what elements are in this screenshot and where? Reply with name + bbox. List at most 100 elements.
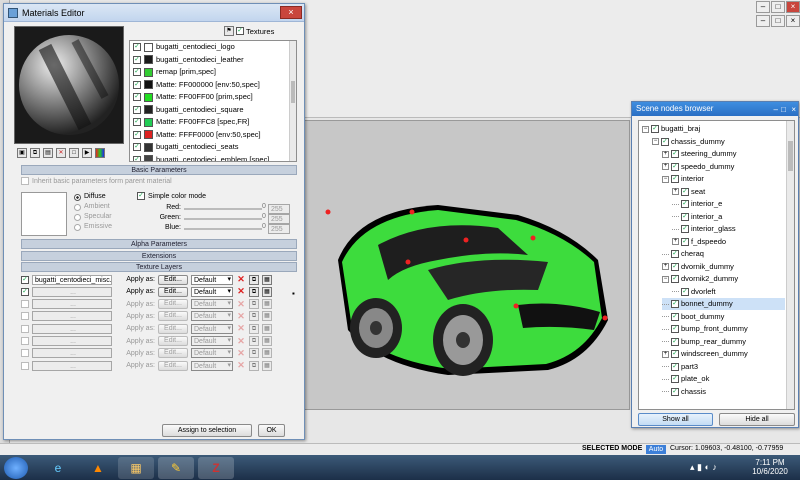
start-button[interactable] xyxy=(4,457,28,479)
blue-value-input[interactable]: 255 xyxy=(268,224,290,234)
green-value-input[interactable]: 255 xyxy=(268,214,290,224)
remove-texture-icon[interactable]: ✕ xyxy=(236,311,246,322)
expand-toggle-icon[interactable]: + xyxy=(662,150,669,158)
delete-material-icon[interactable]: ✕ xyxy=(56,148,66,158)
blank-material-icon[interactable]: □ xyxy=(69,148,79,158)
texture-layer-checkbox[interactable] xyxy=(21,312,29,321)
red-slider[interactable] xyxy=(184,208,262,210)
blend-mode-dropdown[interactable]: Default xyxy=(191,286,233,297)
node-visible-checkbox[interactable]: ✓ xyxy=(671,350,679,359)
node-visible-checkbox[interactable]: ✓ xyxy=(681,237,689,246)
browse-texture-icon[interactable]: ▦ xyxy=(262,286,272,297)
copy-texture-icon[interactable]: ⧉ xyxy=(249,360,259,371)
edit-texture-button[interactable]: Edit... xyxy=(158,348,188,359)
tree-node[interactable]: ✓ plate_ok xyxy=(662,373,785,385)
node-visible-checkbox[interactable]: ✓ xyxy=(671,150,679,159)
material-list-item[interactable]: ✓ bugatti_centodieci_emblem [spec] xyxy=(130,154,296,161)
browse-texture-icon[interactable]: ▦ xyxy=(262,274,272,285)
expand-toggle-icon[interactable]: + xyxy=(662,163,669,171)
material-list-scrollbar[interactable] xyxy=(289,41,296,161)
expand-toggle-icon[interactable]: − xyxy=(662,175,669,183)
material-visible-checkbox[interactable]: ✓ xyxy=(133,118,141,127)
diffuse-radio[interactable]: Diffuse xyxy=(74,192,112,202)
material-list-item[interactable]: ✓ bugatti_centodieci_seats xyxy=(130,141,296,154)
blend-mode-dropdown[interactable]: Default xyxy=(191,311,233,322)
editor-app-icon[interactable]: ✎ xyxy=(158,457,194,479)
material-list-item[interactable]: ✓ Matte: FF00FFC8 [spec,FR] xyxy=(130,116,296,129)
browse-texture-icon[interactable]: ▦ xyxy=(262,311,272,322)
texture-file-field[interactable]: ... xyxy=(32,336,112,346)
show-all-button[interactable]: Show all xyxy=(638,413,713,426)
expand-toggle-icon[interactable]: + xyxy=(662,263,669,271)
node-visible-checkbox[interactable]: ✓ xyxy=(651,125,659,134)
tree-node[interactable]: − ✓ dvornik2_dummy xyxy=(662,273,785,285)
textures-toggle[interactable]: ⚑ ✓ Textures xyxy=(224,26,274,36)
copy-texture-icon[interactable]: ⧉ xyxy=(249,299,259,310)
texture-layer-checkbox[interactable]: ✓ xyxy=(21,287,29,296)
scene-minimize-icon[interactable]: – xyxy=(774,103,778,117)
ambient-radio[interactable]: Ambient xyxy=(74,202,112,212)
material-visible-checkbox[interactable]: ✓ xyxy=(133,43,141,52)
material-list-item[interactable]: ✓ Matte: FF000000 [env:50,spec] xyxy=(130,79,296,92)
node-visible-checkbox[interactable]: ✓ xyxy=(671,362,679,371)
expand-toggle-icon[interactable]: − xyxy=(642,125,649,133)
node-visible-checkbox[interactable]: ✓ xyxy=(671,337,679,346)
browse-texture-icon[interactable]: ▦ xyxy=(262,323,272,334)
edit-texture-button[interactable]: Edit... xyxy=(158,323,188,334)
expand-toggle-icon[interactable]: − xyxy=(652,138,659,146)
expand-toggle-icon[interactable]: + xyxy=(662,350,669,358)
tree-node[interactable]: ✓ chassis xyxy=(662,386,785,398)
filter-icon[interactable]: ⚑ xyxy=(224,26,234,36)
copy-texture-icon[interactable]: ⧉ xyxy=(249,286,259,297)
node-visible-checkbox[interactable]: ✓ xyxy=(671,300,679,309)
copy-texture-icon[interactable]: ⧉ xyxy=(249,323,259,334)
tree-node[interactable]: ✓ boot_dummy xyxy=(662,311,785,323)
browse-texture-icon[interactable]: ▦ xyxy=(262,348,272,359)
material-visible-checkbox[interactable]: ✓ xyxy=(133,143,141,152)
blend-mode-dropdown[interactable]: Default xyxy=(191,274,233,285)
node-visible-checkbox[interactable]: ✓ xyxy=(671,250,679,259)
texture-file-field[interactable]: ... xyxy=(32,286,112,297)
node-visible-checkbox[interactable]: ✓ xyxy=(671,325,679,334)
edit-texture-button[interactable]: Edit... xyxy=(158,311,188,322)
texture-file-field[interactable]: ... xyxy=(32,360,112,371)
tree-node[interactable]: ✓ interior_e xyxy=(672,198,785,210)
material-visible-checkbox[interactable]: ✓ xyxy=(133,130,141,139)
specular-radio[interactable]: Specular xyxy=(74,212,112,222)
material-visible-checkbox[interactable]: ✓ xyxy=(133,55,141,64)
tree-node[interactable]: + ✓ windscreen_dummy xyxy=(662,348,785,360)
texture-layer-checkbox[interactable] xyxy=(21,337,29,345)
node-visible-checkbox[interactable]: ✓ xyxy=(681,225,689,234)
tree-node[interactable]: ✓ cheraq xyxy=(662,248,785,260)
remove-texture-icon[interactable]: ✕ xyxy=(236,299,246,310)
node-visible-checkbox[interactable]: ✓ xyxy=(671,275,679,284)
texture-file-field[interactable]: ... xyxy=(32,299,112,310)
remove-texture-icon[interactable]: ✕ xyxy=(236,360,246,371)
edit-texture-button[interactable]: Edit... xyxy=(158,286,188,297)
green-slider[interactable] xyxy=(184,218,262,220)
node-visible-checkbox[interactable]: ✓ xyxy=(671,375,679,384)
node-visible-checkbox[interactable]: ✓ xyxy=(661,137,669,146)
remove-texture-icon[interactable]: ✕ xyxy=(236,323,246,334)
hide-all-button[interactable]: Hide all xyxy=(719,413,795,426)
simple-color-mode-row[interactable]: ✓ Simple color mode xyxy=(137,192,206,200)
node-visible-checkbox[interactable]: ✓ xyxy=(671,312,679,321)
tree-node[interactable]: ✓ dvorleft xyxy=(672,286,785,298)
tree-node[interactable]: + ✓ dvornik_dummy xyxy=(662,261,785,273)
tree-node[interactable]: ✓ interior_glass xyxy=(672,223,785,235)
material-visible-checkbox[interactable]: ✓ xyxy=(133,105,141,114)
browse-texture-icon[interactable]: ▦ xyxy=(262,336,272,346)
tray-icons[interactable]: ▴ ▮ ◐ ♪ xyxy=(690,462,717,473)
expand-toggle-icon[interactable]: + xyxy=(672,238,679,246)
ie-icon[interactable]: e xyxy=(40,457,76,479)
edit-texture-button[interactable]: Edit... xyxy=(158,274,188,285)
texture-layer-checkbox[interactable] xyxy=(21,349,29,358)
material-visible-checkbox[interactable]: ✓ xyxy=(133,80,141,89)
node-visible-checkbox[interactable]: ✓ xyxy=(681,200,689,209)
new-material-icon[interactable]: ▣ xyxy=(17,148,27,158)
browse-texture-icon[interactable]: ▦ xyxy=(262,360,272,371)
material-list[interactable]: ✓ bugatti_centodieci_logo ✓ bugatti_centodi… xyxy=(129,40,297,162)
texture-scroll-icon[interactable]: ▪ xyxy=(292,289,295,298)
material-list-item[interactable]: ✓ Matte: FF00FF00 [prim,spec] xyxy=(130,91,296,104)
tree-node[interactable]: − ✓ bugatti_braj xyxy=(642,123,785,135)
